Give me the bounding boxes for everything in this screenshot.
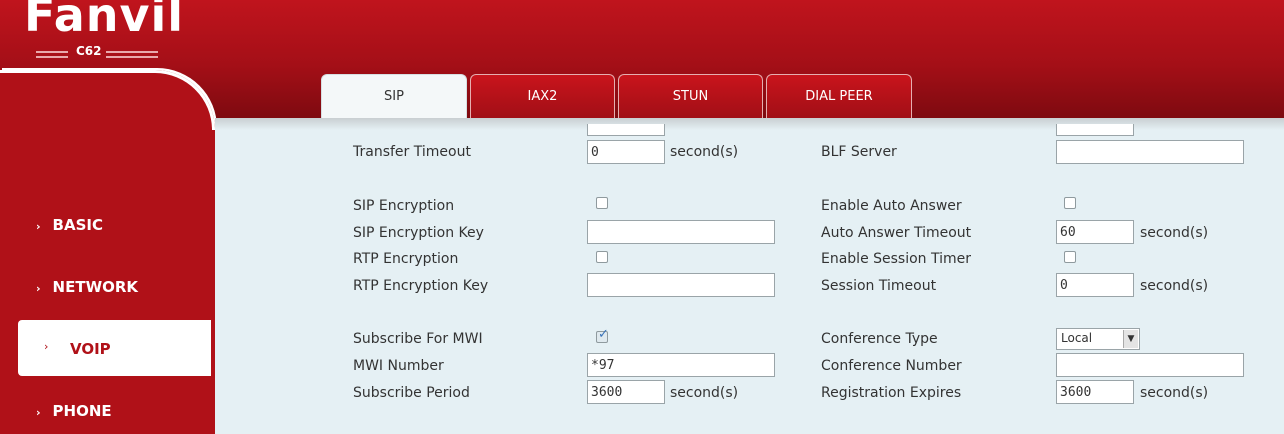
subscribe-mwi-label: Subscribe For MWI — [353, 331, 483, 347]
tab-dial-peer-label: DIAL PEER — [805, 89, 873, 104]
clipped-input-left — [587, 124, 665, 136]
chevron-right-icon: › — [36, 406, 41, 419]
session-timeout-unit: second(s) — [1140, 278, 1209, 294]
dropdown-arrow-icon: ▼ — [1123, 330, 1138, 348]
subscribe-period-unit: second(s) — [670, 385, 739, 401]
blf-server-label: BLF Server — [821, 144, 897, 160]
sip-encryption-label: SIP Encryption — [353, 198, 455, 214]
rtp-encryption-label: RTP Encryption — [353, 251, 459, 267]
conference-type-value: Local — [1061, 331, 1093, 345]
sidebar-item-basic[interactable]: › BASIC — [36, 216, 103, 234]
enable-auto-answer-checkbox[interactable] — [1064, 197, 1076, 209]
sidebar-item-label: BASIC — [52, 216, 103, 234]
mwi-number-input[interactable] — [587, 353, 775, 377]
registration-expires-unit: second(s) — [1140, 385, 1209, 401]
session-timeout-label: Session Timeout — [821, 278, 937, 294]
sidebar: › BASIC › NETWORK › PHONE — [0, 70, 215, 434]
transfer-timeout-label: Transfer Timeout — [353, 144, 471, 160]
logo-line-left — [36, 51, 68, 53]
blf-server-input[interactable] — [1056, 140, 1244, 164]
auto-answer-timeout-unit: second(s) — [1140, 225, 1209, 241]
tab-sip-label: SIP — [384, 89, 404, 104]
enable-auto-answer-label: Enable Auto Answer — [821, 198, 962, 214]
auto-answer-timeout-input[interactable] — [1056, 220, 1134, 244]
sidebar-item-phone[interactable]: › PHONE — [36, 402, 112, 420]
chevron-right-icon: › — [36, 282, 41, 295]
brand-model: C62 — [76, 44, 102, 58]
rtp-encryption-key-input[interactable] — [587, 273, 775, 297]
conference-type-label: Conference Type — [821, 331, 938, 347]
sip-encryption-checkbox[interactable] — [596, 197, 608, 209]
conference-type-select[interactable]: Local ▼ — [1056, 328, 1140, 350]
subscribe-mwi-checkbox[interactable] — [596, 327, 609, 343]
logo-line-left-2 — [36, 56, 68, 58]
sidebar-item-label: NETWORK — [52, 278, 139, 296]
chevron-right-icon: › — [36, 220, 41, 233]
session-timeout-input[interactable] — [1056, 273, 1134, 297]
subscribe-period-input[interactable] — [587, 380, 665, 404]
subscribe-period-label: Subscribe Period — [353, 385, 470, 401]
rtp-encryption-key-label: RTP Encryption Key — [353, 278, 489, 294]
conference-number-label: Conference Number — [821, 358, 962, 374]
chevron-right-icon: › — [44, 340, 49, 353]
clipped-input-right — [1056, 124, 1134, 136]
tab-dial-peer[interactable]: DIAL PEER — [766, 74, 912, 118]
tab-iax2-label: IAX2 — [527, 89, 558, 104]
registration-expires-input[interactable] — [1056, 380, 1134, 404]
logo-line-right — [106, 51, 158, 53]
rtp-encryption-checkbox[interactable] — [596, 251, 608, 263]
auto-answer-timeout-label: Auto Answer Timeout — [821, 225, 972, 241]
sidebar-item-label: PHONE — [52, 402, 112, 420]
tab-stun[interactable]: STUN — [618, 74, 763, 118]
mwi-number-label: MWI Number — [353, 358, 444, 374]
tab-iax2[interactable]: IAX2 — [470, 74, 615, 118]
transfer-timeout-input[interactable] — [587, 140, 665, 164]
enable-session-timer-label: Enable Session Timer — [821, 251, 972, 267]
registration-expires-label: Registration Expires — [821, 385, 962, 401]
sidebar-item-label: VOIP — [70, 340, 111, 358]
brand-logo: Fanvil — [24, 0, 185, 42]
sidebar-item-network[interactable]: › NETWORK — [36, 278, 138, 296]
logo-line-right-2 — [106, 56, 158, 58]
tab-stun-label: STUN — [672, 89, 709, 104]
transfer-timeout-unit: second(s) — [670, 144, 739, 160]
sip-encryption-key-label: SIP Encryption Key — [353, 225, 484, 241]
tab-sip[interactable]: SIP — [321, 74, 467, 120]
sip-encryption-key-input[interactable] — [587, 220, 775, 244]
conference-number-input[interactable] — [1056, 353, 1244, 377]
enable-session-timer-checkbox[interactable] — [1064, 251, 1076, 263]
sidebar-item-voip[interactable]: › VOIP — [18, 320, 211, 376]
